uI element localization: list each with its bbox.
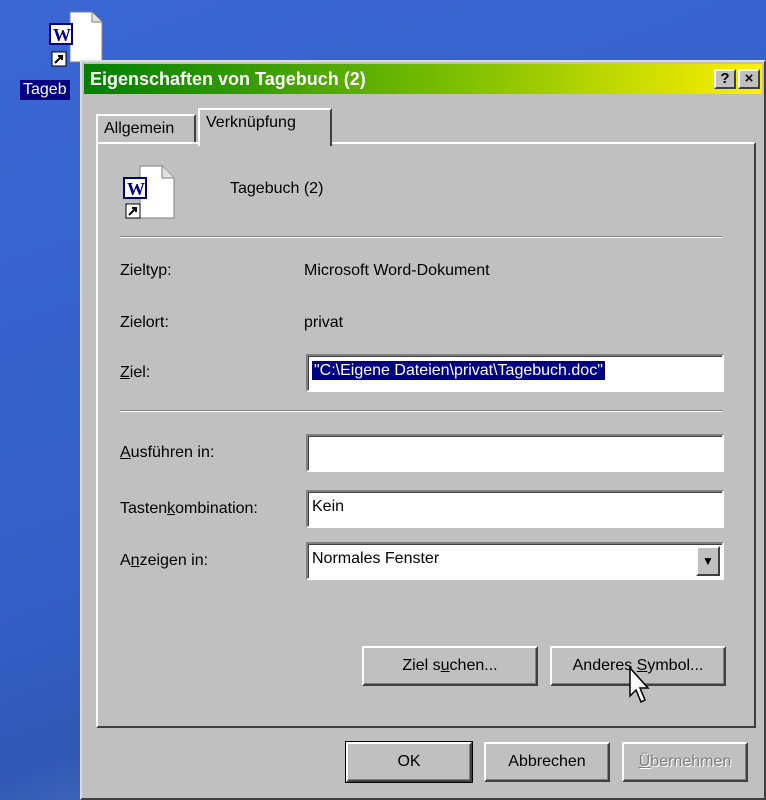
zieltyp-label: Zieltyp: xyxy=(120,262,172,279)
tastenkombination-input[interactable]: Kein xyxy=(306,490,724,528)
help-button[interactable]: ? xyxy=(714,69,736,89)
ziel-label: Ziel: xyxy=(120,364,151,381)
properties-dialog: Eigenschaften von Tagebuch (2) ? × Allge… xyxy=(80,60,766,800)
ziel-input[interactable]: "C:\Eigene Dateien\privat\Tagebuch.doc" xyxy=(306,354,724,392)
zielort-value: privat xyxy=(304,314,344,331)
ziel-suchen-button[interactable]: Ziel suchen... xyxy=(362,646,538,686)
mouse-cursor-icon xyxy=(629,666,650,704)
anzeigen-selected-value: Normales Fenster xyxy=(312,550,440,567)
ausfuehren-label: Ausführen in: xyxy=(120,444,215,461)
ok-button[interactable]: OK xyxy=(345,741,473,783)
word-document-icon: W xyxy=(123,165,175,219)
svg-text:W: W xyxy=(53,25,71,45)
svg-text:W: W xyxy=(127,179,145,199)
tastenkombination-label: Tastenkombination: xyxy=(120,500,258,517)
anzeigen-select[interactable]: Normales Fenster ▼ xyxy=(306,542,724,580)
uebernehmen-button[interactable]: Übernehmen xyxy=(622,742,748,782)
dialog-titlebar[interactable]: Eigenschaften von Tagebuch (2) ? × xyxy=(84,64,762,94)
separator-middle xyxy=(120,410,722,412)
desktop-icon-label[interactable]: Tageb xyxy=(20,80,70,100)
tab-verknuepfung[interactable]: Verknüpfung xyxy=(198,108,332,146)
abbrechen-button[interactable]: Abbrechen xyxy=(484,742,610,782)
zieltyp-value: Microsoft Word-Dokument xyxy=(304,262,490,279)
dialog-title: Eigenschaften von Tagebuch (2) xyxy=(90,68,366,89)
anzeigen-label: Anzeigen in: xyxy=(120,552,209,569)
dropdown-arrow-icon[interactable]: ▼ xyxy=(696,546,720,576)
ziel-value: "C:\Eigene Dateien\privat\Tagebuch.doc" xyxy=(312,361,605,380)
shortcut-name: Tagebuch (2) xyxy=(230,180,324,197)
tab-allgemein[interactable]: Allgemein xyxy=(96,114,196,142)
separator-top xyxy=(120,236,722,238)
zielort-label: Zielort: xyxy=(120,314,169,331)
close-button[interactable]: × xyxy=(738,69,760,89)
ausfuehren-input[interactable] xyxy=(306,434,724,472)
